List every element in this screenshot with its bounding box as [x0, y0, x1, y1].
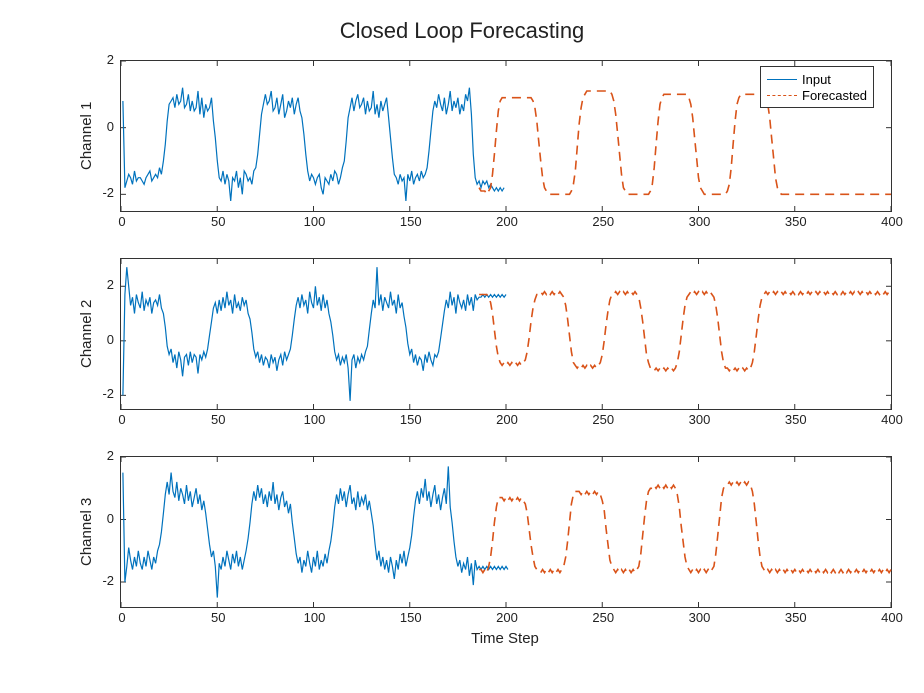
legend-item-forecasted: Forecasted	[767, 87, 867, 103]
xtick-label: 150	[399, 610, 423, 625]
xtick-label: 200	[495, 412, 519, 427]
xtick-label: 100	[303, 214, 327, 229]
xtick-label: 0	[110, 214, 134, 229]
plot-canvas-2	[121, 259, 891, 409]
legend-swatch-forecasted	[767, 95, 797, 96]
legend-label-input: Input	[802, 72, 831, 87]
xtick-label: 300	[688, 412, 712, 427]
ylabel-channel-3: Channel 3	[78, 498, 95, 566]
subplot-channel-3	[120, 456, 892, 608]
ytick-label: 2	[107, 52, 114, 67]
legend: Input Forecasted	[760, 66, 874, 108]
ytick-label: -2	[102, 386, 114, 401]
subplot-channel-2	[120, 258, 892, 410]
xtick-label: 50	[206, 214, 230, 229]
ytick-label: 0	[107, 511, 114, 526]
ylabel-channel-1: Channel 1	[78, 102, 95, 170]
xtick-label: 250	[591, 412, 615, 427]
figure: Closed Loop Forecasting Channel 1 Input …	[0, 0, 924, 693]
xtick-label: 350	[784, 412, 808, 427]
xtick-label: 400	[880, 412, 904, 427]
legend-label-forecasted: Forecasted	[802, 88, 867, 103]
legend-swatch-input	[767, 79, 797, 80]
figure-title: Closed Loop Forecasting	[0, 18, 924, 44]
ytick-label: 0	[107, 119, 114, 134]
xtick-label: 100	[303, 610, 327, 625]
xtick-label: 400	[880, 214, 904, 229]
ytick-label: 0	[107, 332, 114, 347]
xtick-label: 250	[591, 214, 615, 229]
xtick-label: 100	[303, 412, 327, 427]
xtick-label: 150	[399, 214, 423, 229]
xlabel: Time Step	[120, 630, 890, 647]
xtick-label: 200	[495, 214, 519, 229]
xtick-label: 300	[688, 214, 712, 229]
ytick-label: -2	[102, 185, 114, 200]
legend-item-input: Input	[767, 71, 867, 87]
xtick-label: 350	[784, 214, 808, 229]
xtick-label: 150	[399, 412, 423, 427]
xtick-label: 400	[880, 610, 904, 625]
xtick-label: 50	[206, 412, 230, 427]
xtick-label: 250	[591, 610, 615, 625]
ytick-label: 2	[107, 448, 114, 463]
ylabel-channel-2: Channel 2	[78, 300, 95, 368]
plot-canvas-3	[121, 457, 891, 607]
xtick-label: 0	[110, 610, 134, 625]
xtick-label: 300	[688, 610, 712, 625]
xtick-label: 200	[495, 610, 519, 625]
ytick-label: -2	[102, 573, 114, 588]
ytick-label: 2	[107, 277, 114, 292]
xtick-label: 350	[784, 610, 808, 625]
xtick-label: 0	[110, 412, 134, 427]
xtick-label: 50	[206, 610, 230, 625]
